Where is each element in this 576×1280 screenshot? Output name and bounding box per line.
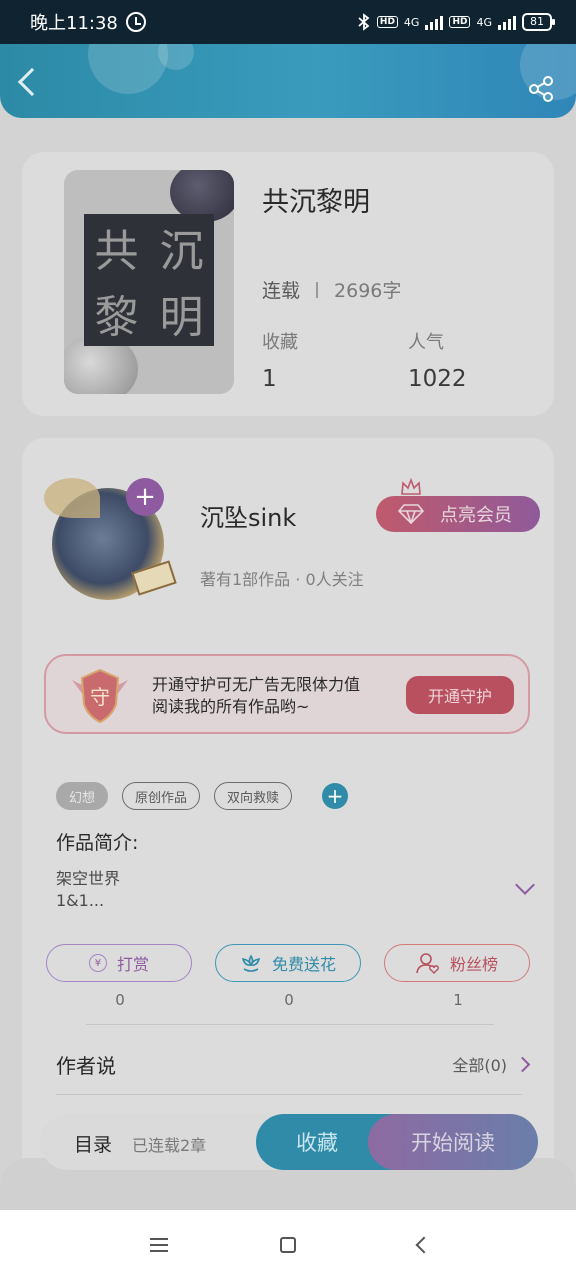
guard-badge-char: 守 — [90, 685, 110, 709]
chevron-down-icon[interactable] — [515, 875, 535, 895]
favorites-label: 收藏 — [262, 332, 298, 353]
diamond-icon — [398, 504, 424, 524]
guard-text: 开通守护可无广告无限体力值 阅读我的所有作品哟~ — [152, 674, 360, 718]
author-name[interactable]: 沉坠sink — [200, 498, 296, 533]
vip-button[interactable]: 点亮会员 — [376, 478, 540, 532]
flower-count: 0 — [284, 991, 294, 1009]
status-bar: 晚上11:38 HD 4G HD 4G 81 — [0, 0, 576, 44]
crown-icon — [401, 478, 421, 495]
page-content: 共 沉 黎 明 共沉黎明 连载 2696字 收藏 1 人气 1022 + 沉坠s… — [0, 118, 576, 1218]
fans-icon — [416, 953, 439, 974]
author-say-all-label: 全部(0) — [452, 1056, 507, 1075]
cover-char: 黎 — [94, 292, 139, 343]
book-decoration — [131, 560, 177, 596]
book-cover[interactable]: 共 沉 黎 明 — [64, 170, 234, 394]
tag-list: 幻想 原创作品 双向救赎 + — [56, 782, 349, 810]
network-1: 4G — [403, 15, 420, 29]
fans-ranking-label: 粉丝榜 — [449, 955, 498, 974]
fans-count: 1 — [453, 991, 463, 1009]
guard-banner: 守 开通守护可无广告无限体力值 阅读我的所有作品哟~ 开通守护 — [44, 654, 530, 734]
battery-indicator: 81 — [522, 13, 555, 31]
favorites-stat: 收藏 1 — [262, 328, 298, 392]
hd-badge-1: HD — [376, 16, 398, 28]
chapter-count: 已连载2章 — [132, 1136, 207, 1155]
guard-text-line2: 阅读我的所有作品哟~ — [152, 697, 310, 716]
intro-line: 1&1... — [56, 891, 105, 910]
tag-item[interactable]: 幻想 — [56, 782, 109, 810]
reward-count: 0 — [115, 991, 125, 1009]
cover-title: 共 沉 黎 明 — [84, 214, 214, 346]
reward-button[interactable]: ¥ 打赏 0 — [46, 944, 192, 1009]
cover-char: 明 — [159, 292, 204, 343]
word-count: 2696字 — [334, 280, 402, 302]
cover-char: 共 — [94, 226, 139, 277]
popularity-stat: 人气 1022 — [408, 328, 467, 392]
intro-title: 作品简介: — [56, 832, 139, 854]
send-flower-label: 免费送花 — [271, 955, 336, 974]
send-flower-button[interactable]: 免费送花 0 — [215, 944, 361, 1009]
toc-button[interactable]: 目录 — [74, 1130, 112, 1157]
meta-divider — [316, 281, 319, 298]
vip-label: 点亮会员 — [440, 505, 512, 526]
tag-item[interactable]: 原创作品 — [122, 782, 201, 810]
tag-item[interactable]: 双向救赎 — [214, 782, 293, 810]
favorites-value: 1 — [262, 366, 277, 392]
back-icon[interactable] — [17, 67, 47, 97]
flower-icon — [241, 954, 261, 972]
back-nav-icon[interactable] — [415, 1236, 433, 1254]
alarm-icon — [125, 12, 146, 32]
follow-button[interactable]: + — [126, 478, 164, 516]
guard-shield-icon: 守 — [72, 668, 128, 724]
coin-icon: ¥ — [88, 954, 107, 972]
guard-text-line1: 开通守护可无广告无限体力值 — [152, 675, 361, 694]
popularity-label: 人气 — [408, 332, 444, 353]
network-2: 4G — [476, 15, 492, 29]
system-nav-bar — [0, 1210, 576, 1280]
fans-ranking-button[interactable]: 粉丝榜 1 — [384, 944, 530, 1009]
open-guard-button[interactable]: 开通守护 — [406, 676, 514, 714]
hd-badge-2: HD — [449, 16, 471, 28]
divider — [56, 1094, 522, 1095]
share-icon[interactable] — [526, 74, 556, 104]
chevron-right-icon — [514, 1056, 531, 1072]
popularity-value: 1022 — [408, 366, 467, 392]
bottom-action-bar: 目录 已连载2章 收藏 开始阅读 — [40, 1114, 538, 1170]
status-time: 晚上11:38 — [30, 13, 118, 34]
intro-line: 架空世界 — [56, 869, 121, 888]
header — [0, 44, 576, 118]
intro-text: 架空世界 1&1... — [56, 868, 120, 912]
action-buttons: ¥ 打赏 0 免费送花 0 粉丝榜 1 — [46, 944, 530, 1024]
book-info-card: 共 沉 黎 明 共沉黎明 连载 2696字 收藏 1 人气 1022 — [22, 152, 554, 416]
cover-char: 沉 — [159, 226, 204, 277]
menu-icon[interactable] — [150, 1238, 168, 1252]
bubble-decoration — [88, 44, 168, 94]
signal-icon-1 — [425, 14, 444, 30]
divider — [86, 1024, 494, 1025]
serial-status: 连载 — [262, 280, 301, 302]
wing-decoration — [44, 478, 100, 518]
book-meta: 连载 2696字 — [262, 276, 401, 303]
author-card: + 沉坠sink 著有1部作品 · 0人关注 点亮会员 守 开通守护可无广告无限… — [22, 438, 554, 1198]
bluetooth-icon — [358, 13, 370, 31]
reward-label: 打赏 — [116, 955, 149, 974]
author-works: 著有1部作品 · 0人关注 — [200, 570, 364, 589]
author-say-title: 作者说 — [56, 1054, 116, 1078]
add-tag-button[interactable]: + — [322, 783, 349, 809]
home-icon[interactable] — [280, 1237, 296, 1253]
author-say-all-link[interactable]: 全部(0) — [452, 1052, 531, 1076]
book-title: 共沉黎明 — [262, 187, 370, 218]
signal-icon-2 — [498, 14, 516, 30]
start-reading-button[interactable]: 开始阅读 — [368, 1114, 538, 1170]
